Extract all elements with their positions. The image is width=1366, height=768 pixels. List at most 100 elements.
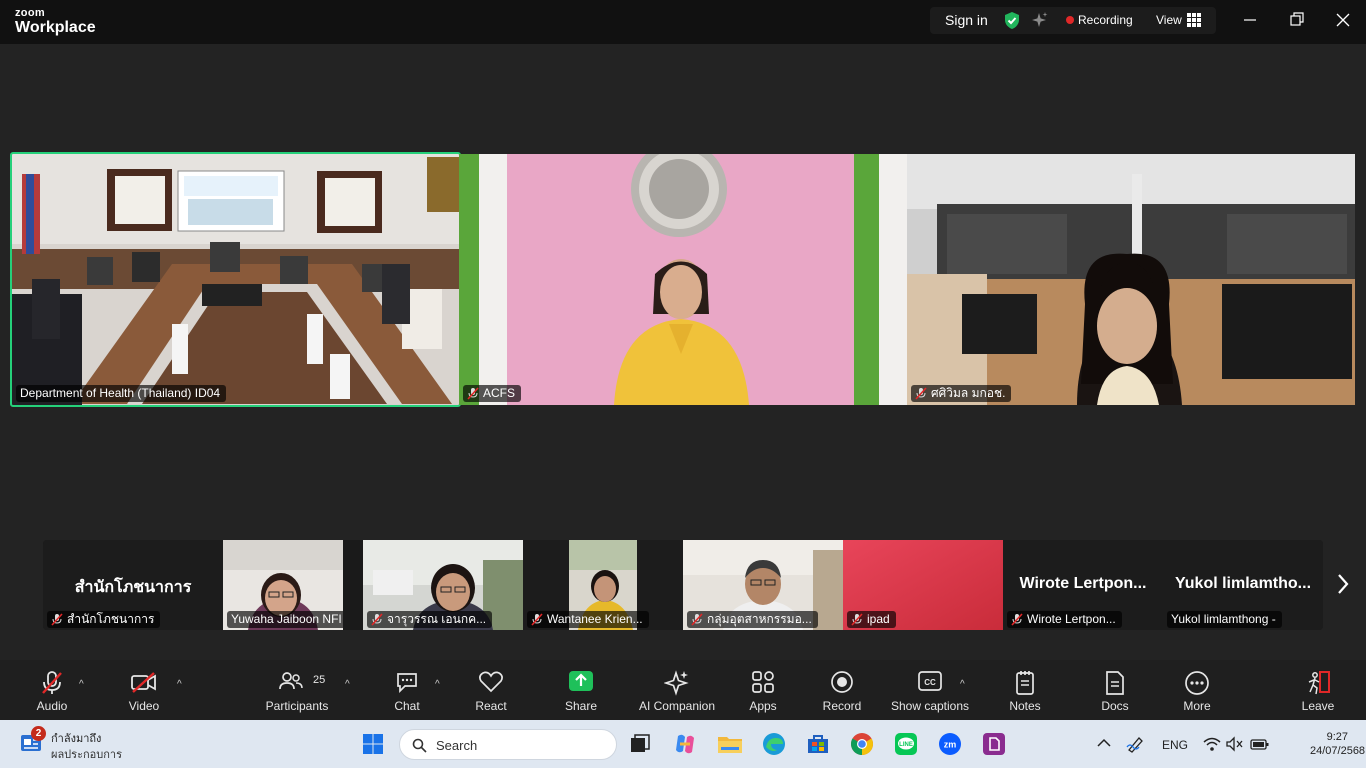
sasiwimol-video <box>907 154 1355 405</box>
chrome-icon[interactable] <box>850 732 874 756</box>
shield-check-icon[interactable] <box>1003 11 1021 30</box>
react-button[interactable]: React <box>466 660 516 720</box>
strip-tile-industry-group[interactable]: กลุ่มอุตสาหกรรมอ... <box>683 540 843 630</box>
participants-options-caret-icon[interactable]: ^ <box>345 679 350 690</box>
pen-input-icon[interactable] <box>1126 735 1146 753</box>
strip-tile-wantanee[interactable]: Wantanee Krien... <box>523 540 683 630</box>
strip-tile-yukol[interactable]: Yukol limlamtho... Yukol limlamthong - <box>1163 540 1323 630</box>
captions-options-caret-icon[interactable]: ^ <box>960 679 965 690</box>
video-tile-acfs[interactable]: ACFS <box>459 154 907 405</box>
heart-icon <box>479 671 503 693</box>
participant-name-tag: Wantanee Krien... <box>527 611 649 628</box>
docs-icon <box>1106 671 1124 695</box>
participant-name: ipad <box>867 612 890 626</box>
start-icon[interactable] <box>362 733 384 755</box>
participant-name-tag: Yukol limlamthong - <box>1167 611 1282 628</box>
edge-icon[interactable] <box>762 732 786 756</box>
audio-options-caret-icon[interactable]: ^ <box>79 679 84 690</box>
participants-button[interactable]: 25 Participants <box>262 660 332 720</box>
leave-door-icon <box>1308 671 1330 695</box>
logo-line2: Workplace <box>15 19 96 36</box>
view-button[interactable]: View <box>1156 13 1182 27</box>
docs-label: Docs <box>1101 699 1129 713</box>
mic-off-icon <box>531 613 543 626</box>
news-subline[interactable]: ผลประกอบการ <box>51 745 122 763</box>
participant-name-tag: Wirote Lertpon... <box>1007 611 1122 628</box>
audio-button[interactable]: Audio <box>22 660 82 720</box>
react-label: React <box>475 699 507 713</box>
store-icon[interactable] <box>806 732 830 756</box>
chat-button[interactable]: Chat <box>382 660 432 720</box>
ai-companion-button[interactable]: AI Companion <box>634 660 720 720</box>
record-button[interactable]: Record <box>817 660 867 720</box>
ai-companion-label: AI Companion <box>638 699 716 713</box>
battery-icon[interactable] <box>1250 737 1270 751</box>
participant-name-tag: สำนักโภชนาการ <box>47 611 161 628</box>
strip-tile-yuwaha[interactable]: Yuwaha Jaiboon NFI <box>223 540 343 630</box>
participant-name: Yuwaha Jaiboon NFI <box>231 612 342 626</box>
video-tile-conference-room[interactable]: Department of Health (Thailand) ID04 <box>12 154 459 405</box>
task-view-icon[interactable] <box>630 734 652 754</box>
mic-off-icon <box>915 387 927 400</box>
language-indicator[interactable]: ENG <box>1162 738 1188 752</box>
sign-in-button[interactable]: Sign in <box>945 12 988 28</box>
wifi-icon[interactable] <box>1203 736 1221 752</box>
leave-button[interactable]: Leave <box>1293 660 1343 720</box>
mic-off-icon <box>691 613 703 626</box>
participant-name: จารุวรรณ เอนกค... <box>387 612 487 626</box>
minimize-icon[interactable] <box>1243 10 1257 30</box>
video-button[interactable]: Video <box>114 660 174 720</box>
next-page-arrow-icon[interactable] <box>1337 573 1349 595</box>
volume-muted-icon[interactable] <box>1226 736 1244 752</box>
participant-name: กลุ่มอุตสาหกรรมอ... <box>707 612 812 626</box>
search-icon <box>412 738 427 753</box>
audio-label: Audio <box>36 699 68 713</box>
title-bar: zoom Workplace Sign in Recording View <box>0 0 1366 44</box>
participant-name: Yukol limlamthong - <box>1171 612 1276 626</box>
restore-icon[interactable] <box>1290 10 1304 30</box>
system-clock[interactable]: 9:27 24/07/2568 <box>1310 730 1365 758</box>
grid-view-icon[interactable] <box>1187 13 1201 27</box>
participant-name-tag: Yuwaha Jaiboon NFI <box>227 611 343 628</box>
strip-tile-jaruwan[interactable]: จารุวรรณ เอนกค... <box>363 540 523 630</box>
video-options-caret-icon[interactable]: ^ <box>177 679 182 690</box>
participant-name-tag: ACFS <box>463 385 522 402</box>
strip-tile-ipad[interactable]: ipad <box>843 540 1003 630</box>
participants-label: Participants <box>265 699 329 713</box>
mic-off-icon <box>42 671 62 694</box>
share-label: Share <box>564 699 598 713</box>
closed-captions-icon: CC <box>918 671 942 691</box>
participant-name-tag: Department of Health (Thailand) ID04 <box>16 385 227 402</box>
chat-label: Chat <box>394 699 420 713</box>
line-icon[interactable]: LINE <box>894 732 918 756</box>
copilot-icon[interactable] <box>673 732 697 756</box>
chevron-up-icon[interactable] <box>1097 738 1111 748</box>
recording-label[interactable]: Recording <box>1078 13 1133 27</box>
notes-icon <box>1016 671 1034 695</box>
svg-text:CC: CC <box>924 678 936 687</box>
close-icon[interactable] <box>1336 10 1350 30</box>
share-button[interactable]: Share <box>556 660 606 720</box>
mic-off-icon <box>467 387 479 400</box>
conference-room-video <box>12 154 459 405</box>
more-button[interactable]: More <box>1172 660 1222 720</box>
strip-tile-nutrition-bureau[interactable]: สำนักโภชนาการ สำนักโภชนาการ <box>43 540 223 630</box>
taskbar-search-box[interactable]: Search <box>399 729 617 760</box>
strip-tile-wirote[interactable]: Wirote Lertpon... Wirote Lertpon... <box>1003 540 1163 630</box>
chat-options-caret-icon[interactable]: ^ <box>435 679 440 690</box>
ai-sparkle-icon <box>664 670 689 696</box>
participant-display-name: สำนักโภชนาการ <box>74 579 192 596</box>
docs-button[interactable]: Docs <box>1090 660 1140 720</box>
apps-button[interactable]: Apps <box>738 660 788 720</box>
sparkle-icon[interactable] <box>1031 11 1049 29</box>
file-explorer-icon[interactable] <box>717 733 743 755</box>
zoom-icon[interactable]: zm <box>938 732 962 756</box>
participants-icon <box>279 672 303 690</box>
show-captions-button[interactable]: CC Show captions <box>886 660 974 720</box>
search-placeholder: Search <box>436 738 478 753</box>
notes-button[interactable]: Notes <box>1000 660 1050 720</box>
video-tile-sasiwimol[interactable]: ศศิวิมล มกอช. <box>907 154 1355 405</box>
participant-strip: สำนักโภชนาการ สำนักโภชนาการ Yuwaha Jaibo… <box>43 540 1323 630</box>
mic-off-icon <box>371 613 383 626</box>
pdf-icon[interactable] <box>982 732 1006 756</box>
